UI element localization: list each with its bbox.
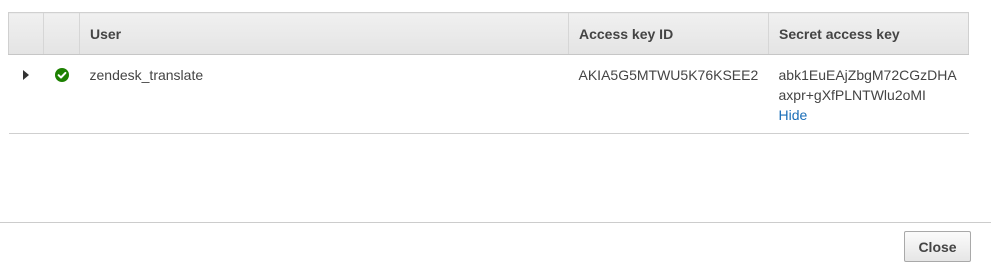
access-keys-table: User Access key ID Secret access key zen… [8, 12, 969, 134]
table-header-row: User Access key ID Secret access key [8, 12, 969, 55]
secret-key-line-1: abk1EuEAjZbgM72CGzDHA [778, 67, 957, 83]
header-access-key-id[interactable]: Access key ID [568, 12, 769, 55]
secret-key-line-2: axpr+gXfPLNTWlu2oMI [778, 87, 926, 103]
check-circle-icon [54, 68, 69, 82]
header-status-column [43, 12, 80, 55]
access-keys-dialog: User Access key ID Secret access key zen… [0, 0, 991, 267]
expand-row-icon[interactable] [23, 70, 29, 80]
expand-cell [8, 54, 44, 134]
hide-secret-link[interactable]: Hide [779, 107, 808, 123]
close-button[interactable]: Close [904, 231, 971, 262]
table-row: zendesk_translate AKIA5G5MTWU5K76KSEE2 a… [8, 54, 969, 134]
footer-divider [0, 222, 991, 223]
status-cell [43, 54, 80, 134]
secret-key-line-2-wrap: axpr+gXfPLNTWlu2oMI Hide [779, 85, 959, 125]
header-expand-column [8, 12, 44, 55]
secret-access-key-cell: abk1EuEAjZbgM72CGzDHA axpr+gXfPLNTWlu2oM… [768, 54, 969, 134]
header-secret-access-key[interactable]: Secret access key [768, 12, 969, 55]
header-user[interactable]: User [79, 12, 569, 55]
user-cell: zendesk_translate [79, 54, 569, 134]
access-key-id-cell: AKIA5G5MTWU5K76KSEE2 [568, 54, 769, 134]
